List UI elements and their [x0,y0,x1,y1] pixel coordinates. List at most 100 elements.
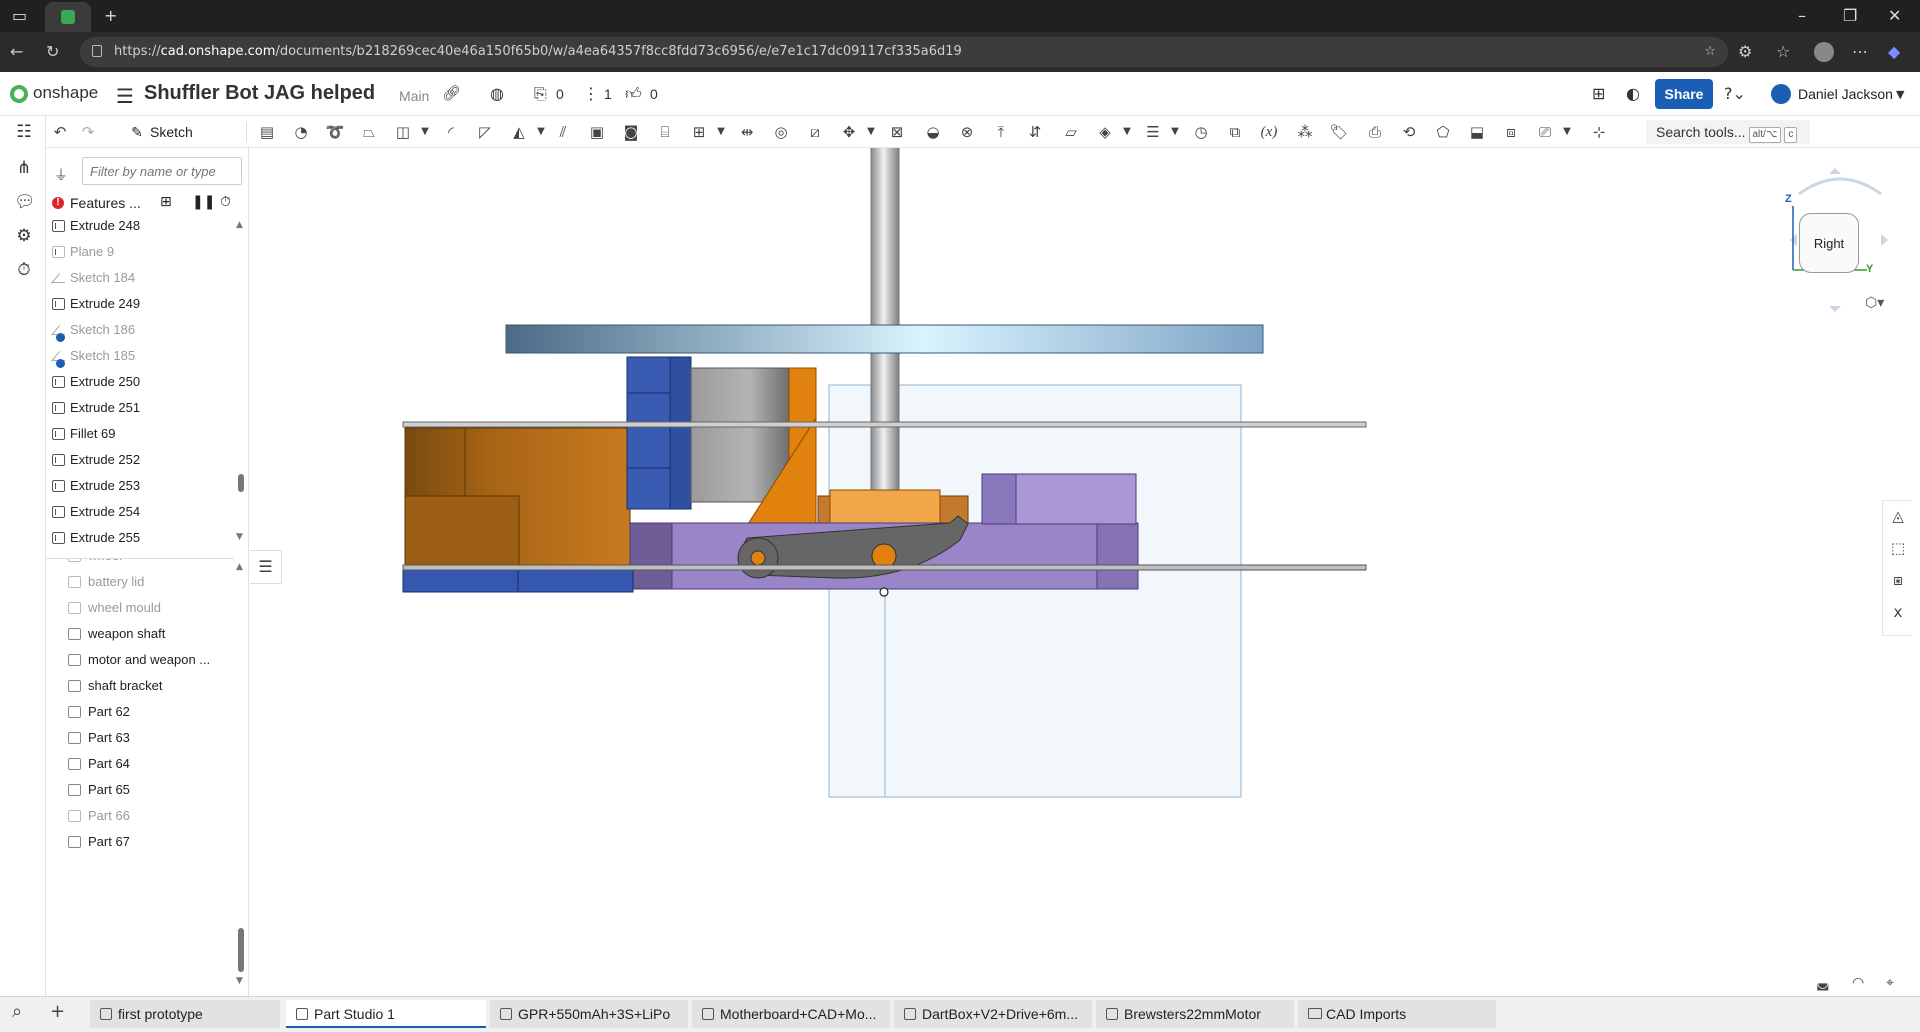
custom-feature-1-icon[interactable]: ⎙ [1364,122,1386,142]
rib-icon[interactable]: ⫽ [552,122,574,142]
onshape-logo-icon[interactable] [10,85,28,103]
toggle-feature-panel-icon[interactable]: ☰ [250,550,282,584]
document-menu-icon[interactable]: ☰ [116,84,134,108]
onshape-logo-text[interactable]: onshape [33,83,98,103]
profile-avatar-icon[interactable] [1814,42,1834,62]
graphics-viewport[interactable] [250,148,1882,996]
new-tab-icon[interactable]: + [104,0,117,32]
bottom-plate[interactable] [402,564,1367,571]
cad-model-view[interactable] [250,148,1882,996]
custom-feature-6-icon[interactable]: ⎚ [1534,122,1556,142]
learning-center-icon[interactable]: ◐ [1626,84,1640,103]
view-options-cube-icon[interactable]: ⬡▾ [1865,295,1884,311]
view-down-arrow-icon[interactable] [1829,306,1841,312]
parts-scroll-down-icon[interactable]: ▼ [236,976,243,986]
parts-configuration-icon[interactable]: ⚙ [14,226,34,246]
plane-icon[interactable]: ▱ [1060,122,1082,142]
add-folder-icon[interactable]: ⊞ [160,194,172,210]
branches-icon[interactable]: ⋮ [583,84,599,103]
feature-row[interactable]: Extrude 250 [46,369,234,395]
top-plate[interactable] [402,421,1367,428]
split-icon[interactable]: ⧄ [804,122,826,142]
url-field[interactable]: https://cad.onshape.com/documents/b21826… [80,37,1728,67]
error-indicator-icon[interactable]: ! [52,197,64,209]
user-avatar[interactable] [1771,84,1791,104]
element-tab[interactable]: CAD Imports [1298,1000,1496,1028]
element-tab[interactable]: Part Studio 1 [286,1000,486,1028]
boolean-icon[interactable]: ◎ [770,122,792,142]
comments-icon[interactable]: 💬︎ [14,192,36,212]
view-cube[interactable]: Z Right Y ⬡▾ [1785,160,1895,320]
search-tools-field[interactable]: Search tools... alt/⌥ c [1646,120,1810,144]
appearance-panel-icon[interactable]: ◬ [1888,507,1908,527]
rotate-arc-icon[interactable] [1798,177,1882,196]
feature-timer-icon[interactable]: ⏱︎ [220,194,231,210]
add-element-icon[interactable]: + [50,1001,65,1022]
render-mode-icon[interactable]: ◛ [1816,975,1830,991]
public-globe-icon[interactable]: ◍ [490,84,504,103]
custom-feature-3-icon[interactable]: ⬠ [1432,122,1454,142]
reload-icon[interactable]: ↻ [46,32,59,72]
tag-icon[interactable]: 🏷︎ [1328,122,1350,142]
motor-can[interactable] [690,367,790,503]
element-tab[interactable]: first prototype [90,1000,280,1028]
part-row[interactable]: motor and weapon ... [46,647,234,673]
scroll-down-icon[interactable]: ▼ [236,532,243,542]
pattern-icon[interactable]: ⊞ [688,122,710,142]
feature-list-icon[interactable]: ☷ [14,122,34,142]
more-transform-chevron-icon[interactable]: ▼ [860,122,882,142]
favorite-star-icon[interactable]: ☆ [1704,37,1716,67]
move-face-icon[interactable]: ⤒ [990,122,1012,142]
explode-view-icon[interactable]: ⌖ [1886,975,1894,991]
origin-point[interactable] [879,587,889,597]
variables-panel-icon[interactable]: ⅹ [1888,603,1908,623]
parts-list-scrollbar[interactable]: ▲ ▼ [236,558,246,988]
pause-rollback-icon[interactable]: ❚❚ [192,194,215,210]
configurations-panel-icon[interactable]: ⬚ [1888,539,1908,559]
redo-icon[interactable]: ↷ [77,122,99,142]
extensions-icon[interactable]: ⚙ [1738,32,1752,72]
part-row[interactable]: Part 67 [46,829,234,855]
feature-row[interactable]: Extrude 253 [46,473,234,499]
add-custom-tool-icon[interactable]: ⊹ [1588,122,1610,142]
filter-icon[interactable]: ⏚ [54,165,68,185]
part-row[interactable]: wheel [46,559,234,569]
section-view-icon[interactable]: ⧉ [1224,122,1246,142]
part-row[interactable]: Part 65 [46,777,234,803]
view-right-arrow-icon[interactable] [1881,234,1888,246]
mate-connector-icon[interactable]: ◈ [1094,122,1116,142]
more-sheet-metal-chevron-icon[interactable]: ▼ [1164,122,1186,142]
browser-tab-actions-icon[interactable]: ▭ [12,0,27,32]
parts-scroll-thumb[interactable] [238,928,244,972]
like-thumb-icon[interactable]: 👍︎ [625,84,642,104]
feature-row[interactable]: Plane 9 [46,239,234,265]
feature-row[interactable]: Extrude 249 [46,291,234,317]
revolve-icon[interactable]: ◔ [290,122,312,142]
shell-icon[interactable]: ▣ [586,122,608,142]
mirror-icon[interactable]: ⇹ [736,122,758,142]
feature-row[interactable]: Sketch 185 [46,343,234,369]
element-tab[interactable]: Brewsters22mmMotor [1096,1000,1294,1028]
feature-scroll-thumb[interactable] [238,474,244,492]
mass-properties-icon[interactable]: ⧆ [1888,571,1908,591]
features-label[interactable]: Features ... [70,195,141,211]
element-tab[interactable]: Motherboard+CAD+Mo... [692,1000,890,1028]
feature-row[interactable]: Fillet 69 [46,421,234,447]
versions-icon[interactable]: ⎘ [534,84,547,104]
browser-tab-onshape[interactable] [45,2,91,32]
part-row[interactable]: Part 63 [46,725,234,751]
delete-face-icon[interactable]: ⊗ [956,122,978,142]
assembly-icon[interactable]: ⁂ [1294,122,1316,142]
thicken-icon[interactable]: ◫ [392,122,414,142]
app-store-icon[interactable]: ⊞ [1592,84,1605,103]
more-plane-chevron-icon[interactable]: ▼ [1116,122,1138,142]
feature-row[interactable]: Extrude 252 [46,447,234,473]
link-icon[interactable]: 🔗︎ [442,84,461,102]
copilot-icon[interactable]: ◆ [1888,32,1900,72]
element-tab[interactable]: DartBox+V2+Drive+6m... [894,1000,1092,1028]
pulley-top[interactable] [829,489,941,527]
feature-row[interactable]: Extrude 255 [46,525,234,546]
modify-fillet-icon[interactable]: ◒ [922,122,944,142]
user-menu-chevron-icon[interactable]: ▼ [1896,88,1904,101]
more-draft-chevron-icon[interactable]: ▼ [530,122,552,142]
